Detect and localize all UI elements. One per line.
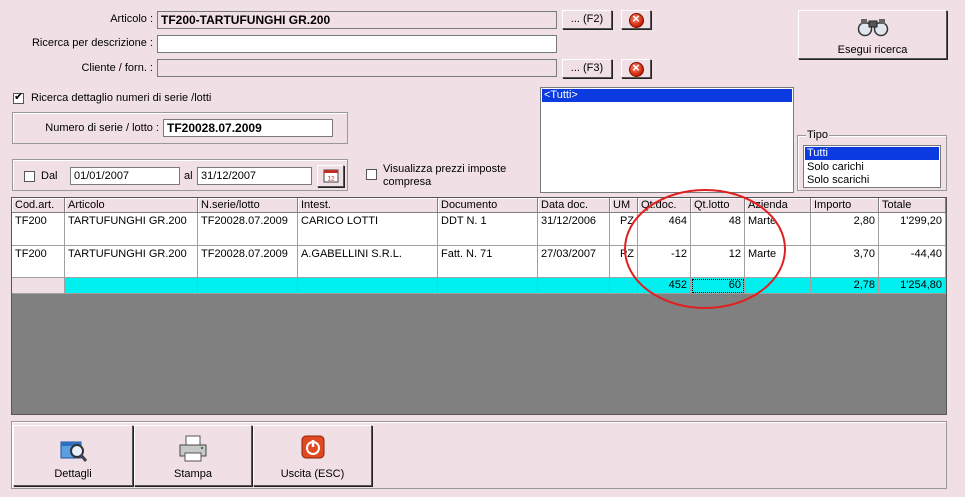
cell-articolo: TARTUFUNGHI GR.200 — [65, 246, 198, 278]
tipo-option-tutti[interactable]: Tutti — [805, 147, 939, 160]
cliente-field[interactable] — [157, 59, 557, 77]
total-cell — [298, 278, 438, 294]
table-row[interactable]: TF200 TARTUFUNGHI GR.200 TF20028.07.2009… — [12, 246, 946, 278]
esegui-ricerca-label: Esegui ricerca — [837, 44, 908, 56]
binoculars-icon — [857, 19, 888, 37]
tipo-title: Tipo — [806, 129, 829, 141]
cell-documento: Fatt. N. 71 — [438, 246, 538, 278]
numero-serie-label: Numero di serie / lotto : — [45, 122, 159, 134]
total-cell — [65, 278, 198, 294]
prezzi-imposte-checkbox[interactable] — [366, 169, 377, 180]
prezzi-imposte-label: Visualizza prezzi imposte compresa — [383, 163, 506, 189]
dettaglio-checkbox-label: Ricerca dettaglio numeri di serie /lotti — [31, 92, 212, 104]
prezzi-imposte-label-line1: Visualizza prezzi imposte — [383, 163, 507, 175]
printer-icon — [179, 435, 207, 462]
cancel-icon — [628, 60, 644, 77]
calendar-button[interactable]: 12 — [317, 165, 344, 187]
cell-importo: 2,80 — [811, 213, 879, 246]
prezzi-imposte-label-line2: compresa — [383, 176, 432, 188]
grid-header: Cod.art. Articolo N.serie/lotto Intest. … — [12, 198, 946, 213]
articolo-label: Articolo : — [110, 13, 153, 25]
aziende-option-tutti[interactable]: <Tutti> — [542, 89, 792, 102]
total-cell — [538, 278, 610, 294]
al-date-input[interactable]: 31/12/2007 — [197, 167, 312, 185]
dettagli-label: Dettagli — [54, 468, 92, 480]
col-header-articolo[interactable]: Articolo — [65, 198, 198, 213]
cell-nserie: TF20028.07.2009 — [198, 246, 298, 278]
f2-button[interactable]: ... (F2) — [562, 10, 612, 29]
total-totale: 1'254,80 — [879, 278, 946, 294]
dal-checkbox[interactable] — [24, 171, 35, 182]
cell-datadoc: 31/12/2006 — [538, 213, 610, 246]
annotation-circle — [624, 189, 786, 309]
dal-date-input[interactable]: 01/01/2007 — [70, 167, 180, 185]
cell-nserie: TF20028.07.2009 — [198, 213, 298, 246]
col-header-importo[interactable]: Importo — [811, 198, 879, 213]
tipo-option-carichi[interactable]: Solo carichi — [805, 161, 939, 174]
cliente-label: Cliente / forn. : — [81, 62, 153, 74]
ricerca-label: Ricerca per descrizione : — [31, 37, 153, 49]
cell-codart: TF200 — [12, 213, 65, 246]
dal-label: Dal — [41, 170, 58, 182]
svg-text:12: 12 — [327, 176, 335, 183]
cell-importo: 3,70 — [811, 246, 879, 278]
col-header-totale[interactable]: Totale — [879, 198, 946, 213]
al-label: al — [184, 170, 193, 182]
articolo-field[interactable]: TF200-TARTUFUNGHI GR.200 — [157, 11, 557, 29]
cell-articolo: TARTUFUNGHI GR.200 — [65, 213, 198, 246]
col-header-intest[interactable]: Intest. — [298, 198, 438, 213]
calendar-icon: 12 — [323, 169, 338, 183]
clear-cliente-button[interactable] — [621, 59, 651, 78]
total-cell — [198, 278, 298, 294]
total-cell — [12, 278, 65, 294]
aziende-listbox[interactable]: <Tutti> — [540, 87, 794, 193]
dettaglio-checkbox[interactable] — [13, 91, 24, 104]
total-importo: 2,78 — [811, 278, 879, 294]
results-grid[interactable]: Cod.art. Articolo N.serie/lotto Intest. … — [11, 197, 947, 415]
ricerca-descrizione-input[interactable] — [157, 35, 557, 53]
esegui-ricerca-button[interactable]: Esegui ricerca — [798, 10, 947, 59]
tipo-listbox[interactable]: Tutti Solo carichi Solo scarichi — [803, 145, 941, 188]
cell-totale: 1'299,20 — [879, 213, 946, 246]
power-icon — [301, 435, 324, 459]
cell-intest: A.GABELLINI S.R.L. — [298, 246, 438, 278]
col-header-nserie[interactable]: N.serie/lotto — [198, 198, 298, 213]
uscita-label: Uscita (ESC) — [280, 468, 345, 480]
stampa-label: Stampa — [174, 468, 212, 480]
stampa-button[interactable]: Stampa — [134, 425, 252, 486]
totals-row: 452 60 2,78 1'254,80 — [12, 278, 946, 294]
col-header-documento[interactable]: Documento — [438, 198, 538, 213]
numero-serie-input[interactable]: TF20028.07.2009 — [163, 119, 333, 137]
f3-button[interactable]: ... (F3) — [562, 59, 612, 78]
col-header-datadoc[interactable]: Data doc. — [538, 198, 610, 213]
details-icon — [60, 441, 88, 462]
cell-totale: -44,40 — [879, 246, 946, 278]
cell-documento: DDT N. 1 — [438, 213, 538, 246]
total-cell — [438, 278, 538, 294]
col-header-codart[interactable]: Cod.art. — [12, 198, 65, 213]
cell-codart: TF200 — [12, 246, 65, 278]
table-row[interactable]: TF200 TARTUFUNGHI GR.200 TF20028.07.2009… — [12, 213, 946, 246]
cell-datadoc: 27/03/2007 — [538, 246, 610, 278]
uscita-button[interactable]: Uscita (ESC) — [253, 425, 372, 486]
clear-articolo-button[interactable] — [621, 10, 651, 29]
cell-intest: CARICO LOTTI — [298, 213, 438, 246]
tipo-option-scarichi[interactable]: Solo scarichi — [805, 174, 939, 187]
dettagli-button[interactable]: Dettagli — [13, 425, 133, 486]
cancel-icon — [628, 11, 644, 28]
